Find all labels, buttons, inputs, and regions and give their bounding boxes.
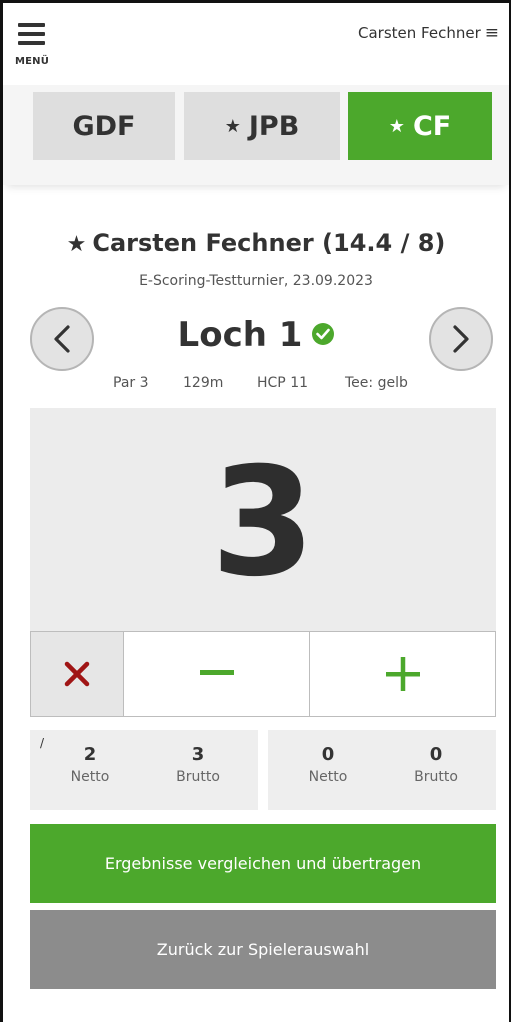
netto-total: 0 Netto bbox=[278, 744, 378, 785]
compare-results-button[interactable]: Ergebnisse vergleichen und übertragen bbox=[30, 824, 496, 903]
clear-score-button[interactable] bbox=[31, 632, 124, 716]
netto-total: 2 Netto bbox=[40, 744, 140, 785]
user-menu-link[interactable]: Carsten Fechner ≡ bbox=[358, 23, 499, 43]
hole-length: 129m bbox=[183, 375, 224, 391]
score-display: 3 bbox=[30, 408, 496, 631]
netto-label: Netto bbox=[70, 769, 110, 785]
brutto-label: Brutto bbox=[414, 769, 458, 785]
player-name: Carsten Fechner (14.4 / 8) bbox=[92, 229, 446, 257]
hole-name: Loch 1 bbox=[177, 315, 303, 355]
brutto-value: 3 bbox=[191, 744, 205, 765]
minus-icon bbox=[199, 670, 234, 675]
tab-label: CF bbox=[412, 110, 452, 142]
close-icon bbox=[64, 661, 90, 687]
tournament-info: E-Scoring-Testturnier, 23.09.2023 bbox=[139, 273, 373, 289]
star-icon: ★ bbox=[388, 115, 405, 137]
brutto-total: 3 Brutto bbox=[148, 744, 248, 785]
netto-value: 0 bbox=[321, 744, 335, 765]
star-icon: ★ bbox=[224, 115, 241, 137]
brutto-label: Brutto bbox=[176, 769, 220, 785]
brutto-value: 0 bbox=[429, 744, 443, 765]
brutto-total: 0 Brutto bbox=[386, 744, 486, 785]
user-name: Carsten Fechner bbox=[358, 24, 481, 42]
top-bar: MENÜ Carsten Fechner ≡ bbox=[3, 3, 509, 85]
score-value: 3 bbox=[210, 436, 316, 610]
tab-player-jpb[interactable]: ★ JPB bbox=[184, 92, 340, 160]
score-controls bbox=[30, 631, 496, 717]
tab-label: GDF bbox=[72, 110, 136, 142]
hamburger-icon: ≡ bbox=[484, 23, 499, 43]
totals-player: / 2 Netto 3 Brutto bbox=[30, 730, 258, 810]
increase-score-button[interactable] bbox=[310, 632, 495, 716]
star-icon: ★ bbox=[66, 232, 87, 257]
tab-label: JPB bbox=[248, 110, 300, 142]
player-heading: ★ Carsten Fechner (14.4 / 8) bbox=[3, 229, 509, 257]
hole-par: Par 3 bbox=[113, 375, 149, 391]
chevron-left-icon bbox=[54, 325, 70, 353]
totals-marker-side: 0 Netto 0 Brutto bbox=[268, 730, 496, 810]
tab-player-gdf[interactable]: GDF bbox=[33, 92, 175, 160]
hole-tee: Tee: gelb bbox=[345, 375, 408, 391]
menu-label: MENÜ bbox=[15, 56, 50, 67]
back-to-player-selection-button[interactable]: Zurück zur Spielerauswahl bbox=[30, 910, 496, 989]
plus-icon bbox=[385, 657, 420, 691]
tab-player-cf[interactable]: ★ CF bbox=[348, 92, 492, 160]
player-tabs: GDF ★ JPB ★ CF bbox=[3, 85, 509, 185]
menu-button[interactable]: MENÜ bbox=[15, 23, 59, 69]
hole-title: Loch 1 bbox=[100, 315, 412, 355]
decrease-score-button[interactable] bbox=[124, 632, 310, 716]
netto-label: Netto bbox=[308, 769, 348, 785]
check-circle-icon bbox=[312, 322, 335, 345]
previous-hole-button[interactable] bbox=[30, 307, 94, 371]
next-hole-button[interactable] bbox=[429, 307, 493, 371]
netto-value: 2 bbox=[83, 744, 97, 765]
hole-handicap: HCP 11 bbox=[257, 375, 309, 391]
chevron-right-icon bbox=[453, 325, 469, 353]
